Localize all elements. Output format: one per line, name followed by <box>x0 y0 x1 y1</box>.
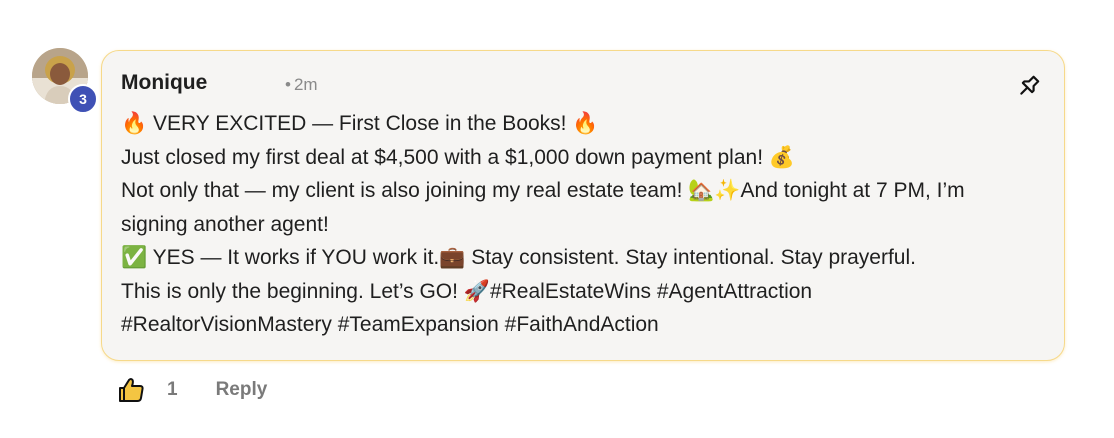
author-name[interactable]: Monique <box>121 71 207 95</box>
comment-body-line: signing another agent! <box>121 212 329 236</box>
author-avatar-wrap[interactable]: 3 <box>32 48 98 114</box>
comment-card: Monique • 2m 🔥 VERY EXCITED — First Close… <box>101 50 1065 361</box>
comment-body-line: Not only that — my client is also joinin… <box>121 179 965 202</box>
thumbs-up-icon[interactable] <box>117 376 145 404</box>
comment-meta: • 2m <box>285 75 318 95</box>
like-count: 1 <box>167 379 178 400</box>
comment-body-line: 🔥 VERY EXCITED — First Close in the Book… <box>121 112 599 135</box>
time-separator: • <box>285 75 291 94</box>
pin-icon[interactable] <box>1016 73 1042 99</box>
comment-actions: 1 Reply <box>117 374 267 406</box>
comment-body-line: ✅ YES — It works if YOU work it.💼 Stay c… <box>121 246 916 269</box>
timestamp: 2m <box>293 75 318 94</box>
level-badge: 3 <box>68 84 98 114</box>
comment-body-line: #RealtorVisionMastery #TeamExpansion #Fa… <box>121 313 659 336</box>
reply-button[interactable]: Reply <box>216 379 268 401</box>
comment-body: 🔥 VERY EXCITED — First Close in the Book… <box>121 107 1041 342</box>
comment-body-line: This is only the beginning. Let’s GO! 🚀#… <box>121 279 813 303</box>
comment-body-line: Just closed my first deal at $4,500 with… <box>121 145 796 169</box>
